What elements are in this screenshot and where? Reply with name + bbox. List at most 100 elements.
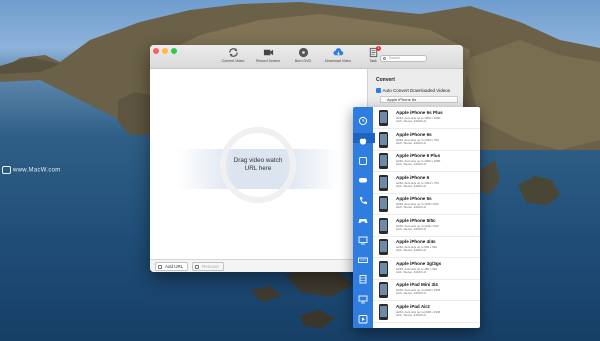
traffic-lights: [153, 48, 177, 54]
category-apple[interactable]: [353, 132, 375, 145]
device-name: Apple iPad Air2: [396, 303, 430, 309]
auto-convert-checkbox[interactable]: Auto Convert Downloaded Videos: [376, 88, 450, 93]
device-thumbnail-icon: [379, 153, 388, 169]
tool-label: Burn DVD: [294, 59, 312, 63]
category-phone[interactable]: [357, 192, 369, 205]
category-play[interactable]: [357, 311, 369, 324]
play-icon: [358, 315, 368, 324]
monitor-icon: [358, 295, 368, 304]
tv-icon: [358, 236, 368, 245]
device-name: Apple iPhone 6s: [396, 131, 432, 137]
device-name: Apple iPhone 5/5c: [396, 217, 436, 223]
device-spec: H264, Auto size up to 1920 x 1080 AAC, St…: [396, 159, 441, 167]
category-tablet[interactable]: [357, 153, 369, 165]
bottom-bar: Add URL Remove: [150, 259, 367, 272]
device-name: Apple iPhone 6: [396, 174, 430, 180]
device-item[interactable]: Apple iPad Air2 H264, Auto size up to 204…: [373, 302, 480, 323]
device-spec: H264, Auto size up to 1334 x 750 AAC, Ste…: [396, 180, 439, 188]
tool-label: Convert Video: [221, 59, 245, 63]
device-spec: H264, Auto size up to 1136 x 640 AAC, Ste…: [396, 223, 439, 231]
device-popover: Apple iPhone 6s Plus H264, Auto size up t…: [353, 107, 480, 328]
device-name: Apple iPhone 5s: [396, 196, 432, 201]
tool-burn-dvd[interactable]: Burn DVD: [288, 47, 318, 63]
device-spec: H264, Auto size up to 1136 x 640 AAC, Ste…: [396, 202, 439, 210]
disc-icon: [298, 47, 308, 58]
close-window-button[interactable]: [153, 48, 159, 54]
device-item[interactable]: Apple iPhone 6s H264, Auto size up to 133…: [373, 130, 480, 151]
tool-label: Download Video: [324, 59, 352, 63]
device-name: Apple iPhone 6s Plus: [396, 110, 443, 115]
category-film[interactable]: [357, 271, 369, 284]
device-spec: H264, Auto size up to 1334 x 750 AAC, Ste…: [396, 137, 439, 145]
device-name: Apple iPhone 3g/3gs: [396, 260, 442, 266]
device-thumbnail-icon: [379, 282, 388, 298]
tool-download-video[interactable]: Download Video: [323, 47, 353, 63]
category-keyboard[interactable]: [357, 252, 369, 263]
link-icon: [158, 264, 162, 269]
convert-title: Convert: [376, 77, 395, 83]
device-item[interactable]: Apple iPhone 5s H264, Auto size up to 113…: [373, 194, 480, 216]
device-item[interactable]: Apple iPhone 4/4s H264, Auto size up to 9…: [373, 237, 480, 259]
device-name: Apple iPhone 4/4s: [396, 239, 436, 244]
gamepad-icon: [358, 219, 368, 223]
watermark: www.MacW.com: [2, 166, 61, 174]
convert-icon: [228, 48, 238, 57]
phone-icon: [359, 197, 367, 205]
category-monitor[interactable]: [357, 291, 369, 304]
camera-icon: [263, 49, 273, 56]
drop-zone-text: Drag video watch URL here: [233, 157, 283, 172]
device-list: Apple iPhone 6s Plus H264, Auto size up t…: [373, 107, 480, 328]
device-thumbnail-icon: [379, 260, 388, 277]
device-item[interactable]: Apple iPhone 6 H264, Auto size up to 1334…: [373, 173, 480, 194]
zoom-window-button[interactable]: [171, 48, 177, 54]
search-icon: [383, 57, 386, 60]
device-thumbnail-icon: [379, 217, 388, 234]
device-thumbnail-icon: [379, 239, 388, 255]
device-item[interactable]: Apple iPhone 5/5c H264, Auto size up to 1…: [373, 216, 480, 237]
clock-icon: [358, 116, 368, 126]
device-thumbnail-icon: [379, 110, 388, 126]
task-badge: 1: [376, 46, 381, 51]
device-spec: H264, Auto size up to 480 x 320 AAC, Ster…: [396, 266, 437, 274]
download-area[interactable]: Drag video watch URL here: [150, 69, 367, 259]
checkbox-checked-icon: [376, 88, 381, 93]
add-url-button[interactable]: Add URL: [155, 262, 189, 271]
tablet-icon: [359, 156, 367, 165]
minimize-window-button[interactable]: [162, 48, 168, 54]
search-input[interactable]: Search: [380, 55, 427, 62]
trash-icon: [195, 264, 199, 269]
category-clock[interactable]: [357, 113, 369, 126]
device-item[interactable]: Apple iPad Mini 3/4 H264, Auto size up to…: [373, 280, 480, 302]
titlebar: Convert Video Record Screen Burn DVD Dow…: [150, 45, 463, 69]
device-thumbnail-icon: [379, 131, 388, 148]
category-game[interactable]: [357, 172, 369, 183]
search-placeholder: Search: [389, 56, 401, 60]
device-item[interactable]: Apple iPhone 3g/3gs H264, Auto size up to…: [373, 259, 480, 280]
category-sidebar: [353, 107, 375, 328]
device-thumbnail-icon: [379, 303, 388, 320]
film-icon: [359, 275, 367, 284]
device-thumbnail-icon: [379, 196, 388, 212]
watermark-logo-icon: [2, 166, 11, 174]
category-gamepad[interactable]: [357, 212, 369, 223]
device-name: Apple iPhone 6 Plus: [396, 153, 441, 158]
tool-convert-video[interactable]: Convert Video: [218, 47, 248, 63]
tool-record-screen[interactable]: Record Screen: [253, 47, 283, 63]
auto-convert-label: Auto Convert Downloaded Videos: [382, 88, 450, 93]
remove-button[interactable]: Remove: [192, 262, 224, 271]
device-name: Apple iPad Mini 3/4: [396, 282, 438, 287]
game-icon: [359, 178, 367, 183]
device-select[interactable]: Apple iPhone 6s: [380, 96, 458, 103]
keyboard-icon: [358, 257, 368, 263]
cloud-download-icon: [332, 48, 343, 56]
device-item[interactable]: Apple iPhone 6 Plus H264, Auto size up to…: [373, 151, 480, 173]
apple-icon: [359, 138, 367, 145]
device-spec: H264, Auto size up to 2048 x 1536 AAC, St…: [396, 309, 441, 317]
category-tv[interactable]: [357, 232, 369, 245]
tool-label: Record Screen: [256, 59, 280, 63]
toolbar: Convert Video Record Screen Burn DVD Dow…: [218, 46, 388, 63]
device-spec: H264, Auto size up to 960 x 640 AAC, Ster…: [396, 245, 437, 253]
device-spec: H264, Auto size up to 2048 x 1536 AAC, St…: [396, 288, 441, 296]
device-item[interactable]: Apple iPhone 6s Plus H264, Auto size up t…: [373, 108, 480, 130]
device-thumbnail-icon: [379, 174, 388, 191]
